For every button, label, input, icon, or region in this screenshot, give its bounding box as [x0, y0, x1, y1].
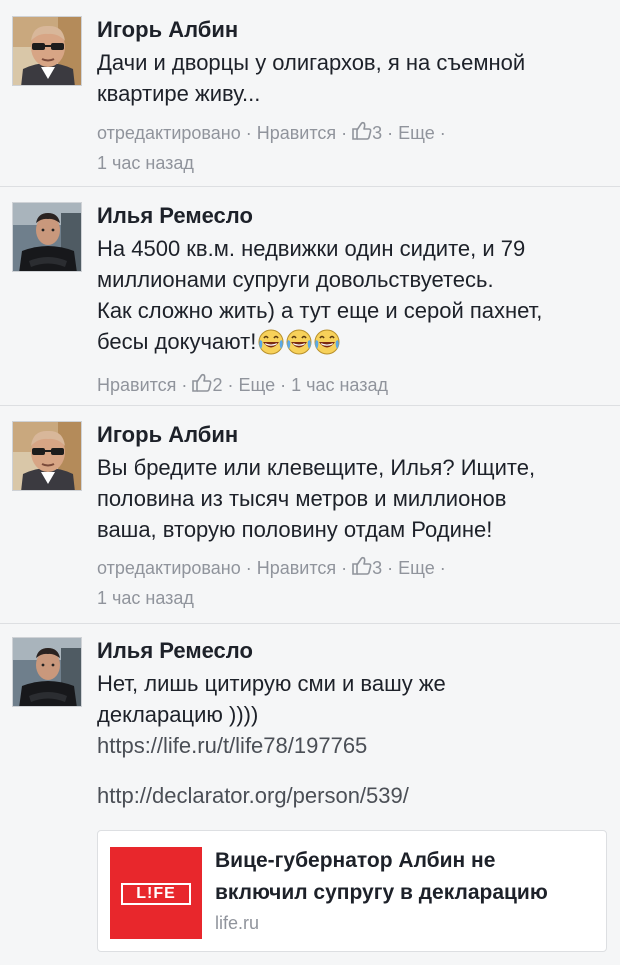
life-logo-text: L!FE	[121, 883, 191, 905]
comment-author[interactable]: Игорь Албин	[97, 16, 610, 44]
comment-line: бесы докучают!	[97, 326, 610, 363]
thumbs-up-icon	[192, 373, 212, 401]
comment-line: На 4500 кв.м. недвижки один сидите, и 79	[97, 236, 526, 261]
like-count[interactable]: 3	[372, 558, 382, 578]
comment-meta: отредактировано · Нравится · 3 · Еще ·	[97, 554, 610, 584]
comment-line: Нет, лишь цитирую сми и вашу же	[97, 671, 446, 696]
comment-author[interactable]: Илья Ремесло	[97, 202, 610, 230]
comment-line: половина из тысяч метров и миллионов	[97, 486, 507, 511]
comment-line: квартире живу...	[97, 81, 261, 106]
like-count[interactable]: 2	[212, 375, 222, 395]
comment-text: Дачи и дворцы у олигархов, я на съемной …	[97, 47, 610, 109]
avatar[interactable]	[12, 202, 82, 272]
meta-actions[interactable]: отредактировано · Нравится ·	[97, 558, 352, 578]
comment-line: Как сложно жить) а тут еще и серой пахне…	[97, 298, 543, 323]
preview-domain: life.ru	[215, 913, 260, 933]
laughing-emoji-icon	[314, 329, 341, 363]
comment-text: Нет, лишь цитирую сми и вашу же декларац…	[97, 668, 610, 730]
comment-time: 1 час назад	[97, 153, 194, 173]
meta-more[interactable]: · Еще ·	[382, 558, 446, 578]
avatar[interactable]	[12, 421, 82, 491]
laughing-emoji-icon	[286, 329, 313, 363]
meta-more[interactable]: · Еще ·	[382, 123, 446, 143]
comment-item: Игорь Албин Вы бредите или клевещите, Ил…	[0, 406, 620, 624]
preview-title-line: Вице-губернатор Албин не	[215, 849, 496, 872]
like-count[interactable]: 3	[372, 123, 382, 143]
comment-time: 1 час назад	[97, 588, 194, 608]
comment-author[interactable]: Игорь Албин	[97, 421, 610, 449]
comment-link[interactable]: http://declarator.org/person/539/	[97, 780, 610, 811]
meta-actions[interactable]: отредактировано · Нравится ·	[97, 123, 352, 143]
meta-actions[interactable]: Нравится ·	[97, 375, 192, 395]
comment-item: Илья Ремесло На 4500 кв.м. недвижки один…	[0, 187, 620, 406]
preview-title[interactable]: Вице-губернатор Албин не включил супругу…	[215, 845, 596, 909]
thumbs-up-icon	[352, 556, 372, 584]
comment-author[interactable]: Илья Ремесло	[97, 637, 610, 665]
comment-item: Игорь Албин Дачи и дворцы у олигархов, я…	[0, 0, 620, 187]
comment-text: На 4500 кв.м. недвижки один сидите, и 79…	[97, 233, 610, 363]
comment-meta: Нравится · 2 · Еще · 1 час назад	[97, 371, 610, 401]
comment-line: Вы бредите или клевещите, Илья? Ищите,	[97, 455, 536, 480]
link-preview-card[interactable]: L!FE Вице-губернатор Албин не включил су…	[97, 830, 607, 952]
comment-line-text: бесы докучают!	[97, 329, 257, 354]
comment-link[interactable]: https://life.ru/t/life78/197765	[97, 730, 610, 761]
comment-meta: отредактировано · Нравится · 3 · Еще ·	[97, 119, 610, 149]
laughing-emoji-icon	[258, 329, 285, 363]
comment-text: Вы бредите или клевещите, Илья? Ищите, п…	[97, 452, 610, 545]
comment-line: декларацию ))))	[97, 702, 259, 727]
avatar[interactable]	[12, 16, 82, 86]
comment-line: Дачи и дворцы у олигархов, я на съемной	[97, 50, 526, 75]
thumbs-up-icon	[352, 121, 372, 149]
meta-more[interactable]: · Еще · 1 час назад	[222, 375, 388, 395]
preview-title-line: включил супругу в декларацию	[215, 881, 548, 904]
avatar[interactable]	[12, 637, 82, 707]
life-logo: L!FE	[110, 847, 202, 939]
comment-line: миллионами супруги довольствуетесь.	[97, 267, 494, 292]
comment-line: ваша, вторую половину отдам Родине!	[97, 517, 493, 542]
